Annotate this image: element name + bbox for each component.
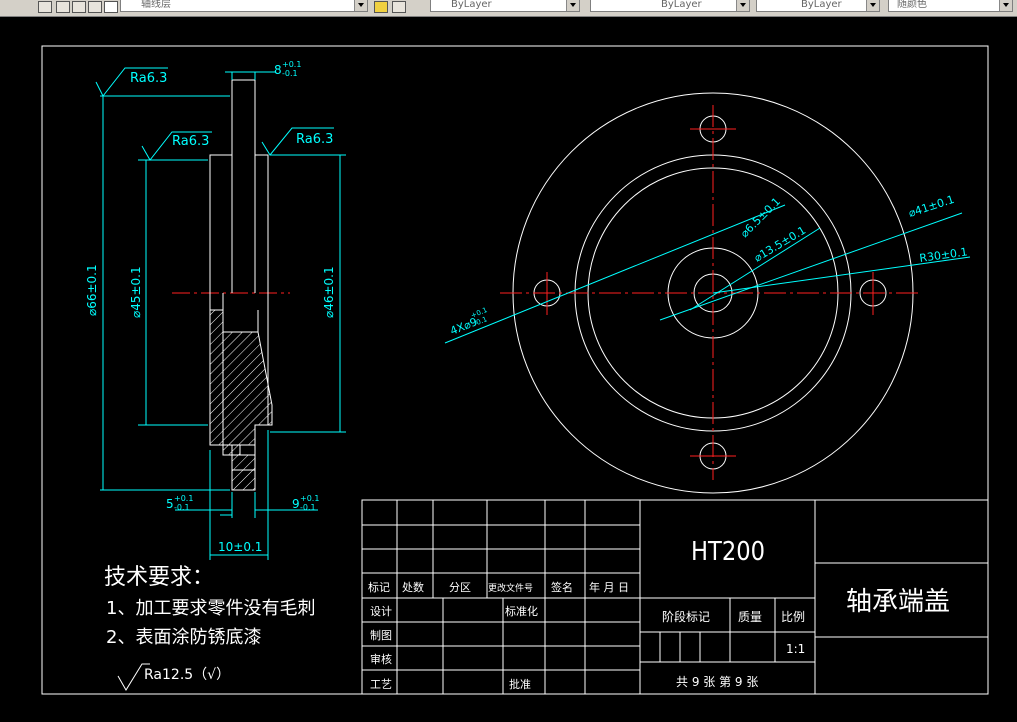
lineweight-select-value: ByLayer: [801, 0, 842, 10]
chevron-down-icon[interactable]: [736, 0, 749, 11]
roughness-mid-right-label: Ra6.3: [296, 132, 333, 147]
color-select-value: ByLayer: [451, 0, 492, 10]
width-9-label: 9: [292, 497, 300, 511]
col-zone: 分区: [449, 581, 471, 594]
roughness-top-label: Ra6.3: [130, 71, 167, 86]
row-process: 工艺: [370, 678, 392, 691]
drawing-canvas[interactable]: Ra6.3 Ra6.3 Ra6.3 8 +0.1 -0.1 ⌀66±0.1 ⌀4…: [0, 16, 1017, 722]
col-date: 年 月 日: [589, 580, 629, 594]
tech-requirements-title: 技术要求：: [104, 565, 214, 590]
bulb-icon[interactable]: [56, 1, 70, 13]
width-5-label: 5: [166, 497, 174, 511]
thickness-8-tol-lower: -0.1: [282, 69, 298, 78]
roughness-mid-left-label: Ra6.3: [172, 134, 209, 149]
sheet-info: 共 9 张 第 9 张: [676, 675, 758, 689]
width-5-tol-upper: +0.1: [174, 494, 193, 503]
diameter-41-label: ⌀41±0.1: [907, 193, 956, 220]
width-10-label: 10±0.1: [218, 540, 262, 554]
toolbar: 轴线层 ByLayer ByLayer ByLayer 随颜色: [0, 0, 1017, 17]
row-approve: 批准: [509, 677, 531, 691]
linetype-select-value: ByLayer: [661, 0, 702, 10]
make-current-icon[interactable]: [374, 1, 388, 13]
lineweight-select[interactable]: ByLayer: [756, 0, 880, 12]
diameter-66-label: ⌀66±0.1: [85, 264, 99, 316]
roughness-note: Ra12.5（√）: [144, 667, 230, 683]
radius-30-label: R30±0.1: [919, 245, 969, 265]
width-5-tol-lower: -0.1: [174, 503, 190, 512]
color-swatch-icon[interactable]: [104, 1, 118, 13]
stage-mark-label: 阶段标记: [662, 609, 710, 624]
thickness-8-label: 8: [274, 63, 282, 77]
part-name-label: 轴承端盖: [846, 587, 950, 617]
tech-requirement-1: 1、加工要求零件没有毛刺: [106, 598, 315, 619]
row-design: 设计: [370, 605, 392, 618]
diameter-6-5-label: ⌀6.5±0.1: [738, 195, 783, 240]
lock-icon[interactable]: [88, 1, 102, 13]
width-9-tol-lower: -0.1: [300, 503, 316, 512]
chevron-down-icon[interactable]: [999, 0, 1012, 11]
diameter-13-5-label: ⌀13.5±0.1: [752, 224, 808, 265]
layer-select[interactable]: 轴线层: [120, 0, 368, 12]
layer-select-value: 轴线层: [141, 0, 171, 10]
thickness-8-tol-upper: +0.1: [282, 60, 301, 69]
sun-icon[interactable]: [72, 1, 86, 13]
row-draw: 制图: [370, 629, 392, 642]
chevron-down-icon[interactable]: [866, 0, 879, 11]
col-mark: 标记: [368, 580, 390, 594]
scale-label: 比例: [781, 610, 805, 624]
layer-previous-icon[interactable]: [392, 1, 406, 13]
chevron-down-icon[interactable]: [566, 0, 579, 11]
row-review: 审核: [370, 652, 392, 666]
col-sign: 签名: [551, 580, 573, 594]
diameter-45-label: ⌀45±0.1: [129, 266, 143, 318]
chevron-down-icon[interactable]: [354, 0, 367, 11]
layer-state-icon[interactable]: [38, 1, 52, 13]
front-view: [444, 92, 971, 494]
scale-value: 1:1: [786, 642, 805, 656]
row-standard: 标准化: [505, 604, 538, 618]
material-label: HT200: [691, 537, 765, 567]
tech-requirement-2: 2、表面涂防锈底漆: [106, 627, 261, 648]
col-count: 处数: [402, 581, 424, 594]
plotstyle-select-value: 随颜色: [897, 0, 927, 10]
width-9-tol-upper: +0.1: [300, 494, 319, 503]
plotstyle-select[interactable]: 随颜色: [888, 0, 1013, 12]
diameter-46-label: ⌀46±0.1: [322, 266, 336, 318]
col-change-doc: 更改文件号: [488, 582, 533, 594]
linetype-select[interactable]: ByLayer: [590, 0, 750, 12]
mass-label: 质量: [738, 610, 762, 624]
color-select[interactable]: ByLayer: [430, 0, 580, 12]
